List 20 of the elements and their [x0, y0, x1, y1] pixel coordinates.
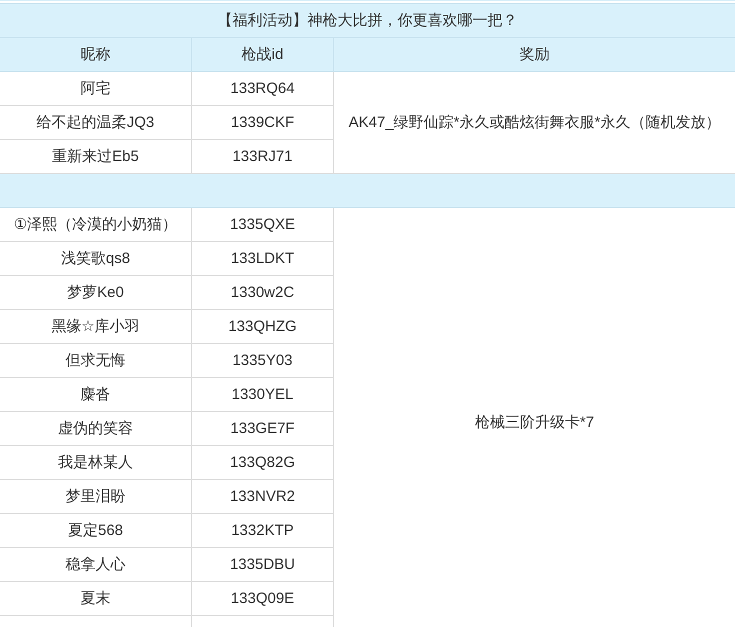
table-cell: 给不起的温柔JQ3 — [0, 106, 192, 140]
table-cell: 虚伪的笑容 — [0, 412, 192, 446]
table-cell: 稳拿人心 — [0, 548, 192, 582]
table-cell: 夏末 — [0, 582, 192, 616]
table-cell: 浅笑歌qs8 — [0, 242, 192, 276]
table-cell: 133RQ64 — [192, 72, 334, 106]
column-header: 昵称 — [0, 38, 192, 72]
table-cell: 但求无悔 — [0, 344, 192, 378]
table-cell: 梦里泪盼 — [0, 480, 192, 514]
column-header: 奖励 — [334, 38, 735, 72]
column-header: 枪战id — [192, 38, 334, 72]
table-cell: 黑缘☆库小羽 — [0, 310, 192, 344]
table-cell: 1335QXE — [192, 208, 334, 242]
table-title: 【福利活动】神枪大比拼，你更喜欢哪一把？ — [0, 4, 735, 38]
table-cell: ①泽熙（冷漠的小奶猫） — [0, 208, 192, 242]
table-cell: 麋沓 — [0, 378, 192, 412]
table-cell: 阿宅 — [0, 72, 192, 106]
table-cell: 我是林某人 — [0, 446, 192, 480]
table-cell: 夏定568 — [0, 514, 192, 548]
table-cell: 梦萝Ke0 — [0, 276, 192, 310]
